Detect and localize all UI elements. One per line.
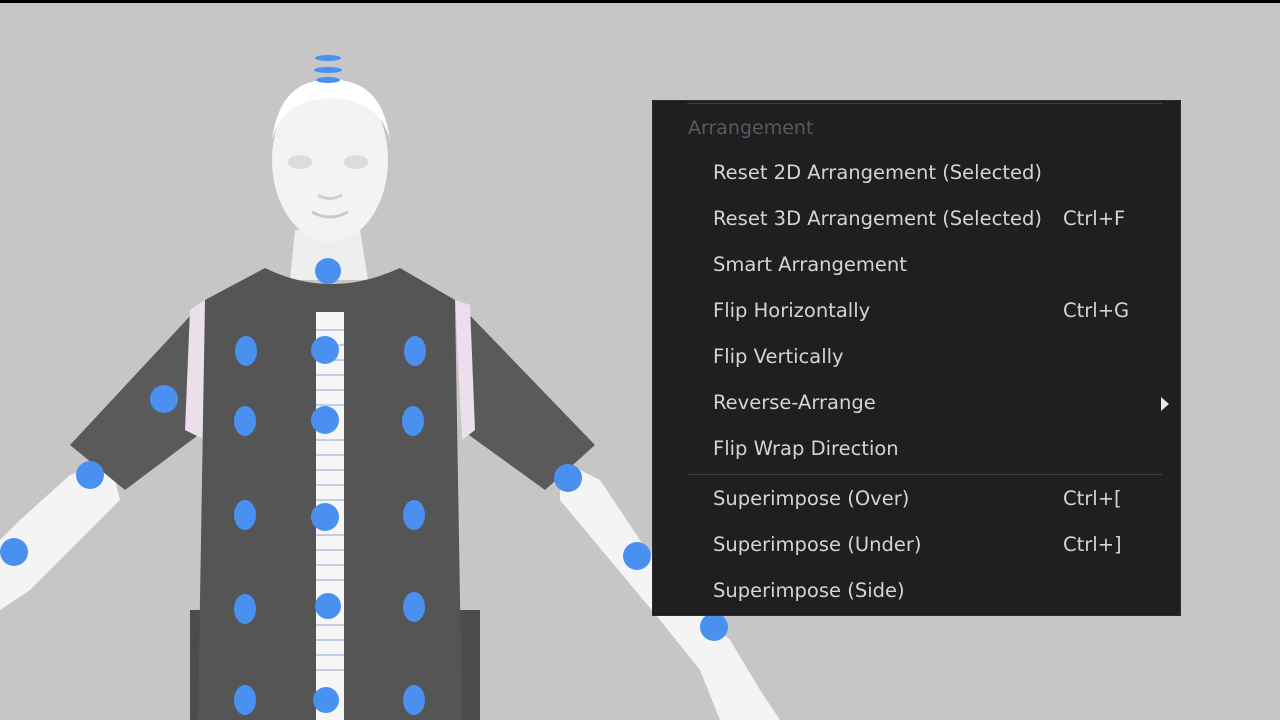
menu-item-reset-3d-arrangement[interactable]: Reset 3D Arrangement (Selected) Ctrl+F: [653, 198, 1180, 242]
menu-item-label: Reverse-Arrange: [713, 391, 876, 414]
menu-item-label: Flip Horizontally: [713, 299, 871, 322]
menu-item-shortcut: Ctrl+G: [1063, 299, 1130, 322]
menu-item-reset-2d-arrangement[interactable]: Reset 2D Arrangement (Selected): [653, 152, 1180, 196]
menu-item-shortcut: Ctrl+[: [1063, 487, 1122, 510]
arrangement-context-menu[interactable]: Arrangement Reset 2D Arrangement (Select…: [652, 100, 1181, 616]
menu-separator: [687, 474, 1162, 475]
menu-separator: [687, 103, 1162, 104]
menu-item-flip-horizontally[interactable]: Flip Horizontally Ctrl+G: [653, 290, 1180, 334]
menu-item-label: Superimpose (Side): [713, 579, 905, 602]
menu-item-flip-wrap-direction[interactable]: Flip Wrap Direction: [653, 428, 1180, 472]
menu-item-superimpose-under[interactable]: Superimpose (Under) Ctrl+]: [653, 524, 1180, 568]
submenu-arrow-icon: [1161, 397, 1169, 411]
menu-item-label: Flip Vertically: [713, 345, 844, 368]
menu-item-flip-vertically[interactable]: Flip Vertically: [653, 336, 1180, 380]
menu-item-label: Superimpose (Under): [713, 533, 922, 556]
menu-item-reverse-arrange[interactable]: Reverse-Arrange: [653, 382, 1180, 426]
menu-item-label: Flip Wrap Direction: [713, 437, 899, 460]
menu-item-label: Reset 2D Arrangement (Selected): [713, 161, 1042, 184]
menu-item-label: Smart Arrangement: [713, 253, 907, 276]
menu-item-superimpose-side[interactable]: Superimpose (Side): [653, 570, 1180, 614]
menu-item-superimpose-over[interactable]: Superimpose (Over) Ctrl+[: [653, 478, 1180, 522]
menu-item-label: Superimpose (Over): [713, 487, 910, 510]
menu-item-smart-arrangement[interactable]: Smart Arrangement: [653, 244, 1180, 288]
menu-item-shortcut: Ctrl+]: [1063, 533, 1122, 556]
menu-section-header: Arrangement: [688, 117, 814, 139]
menu-item-label: Reset 3D Arrangement (Selected): [713, 207, 1042, 230]
menu-item-shortcut: Ctrl+F: [1063, 207, 1126, 230]
